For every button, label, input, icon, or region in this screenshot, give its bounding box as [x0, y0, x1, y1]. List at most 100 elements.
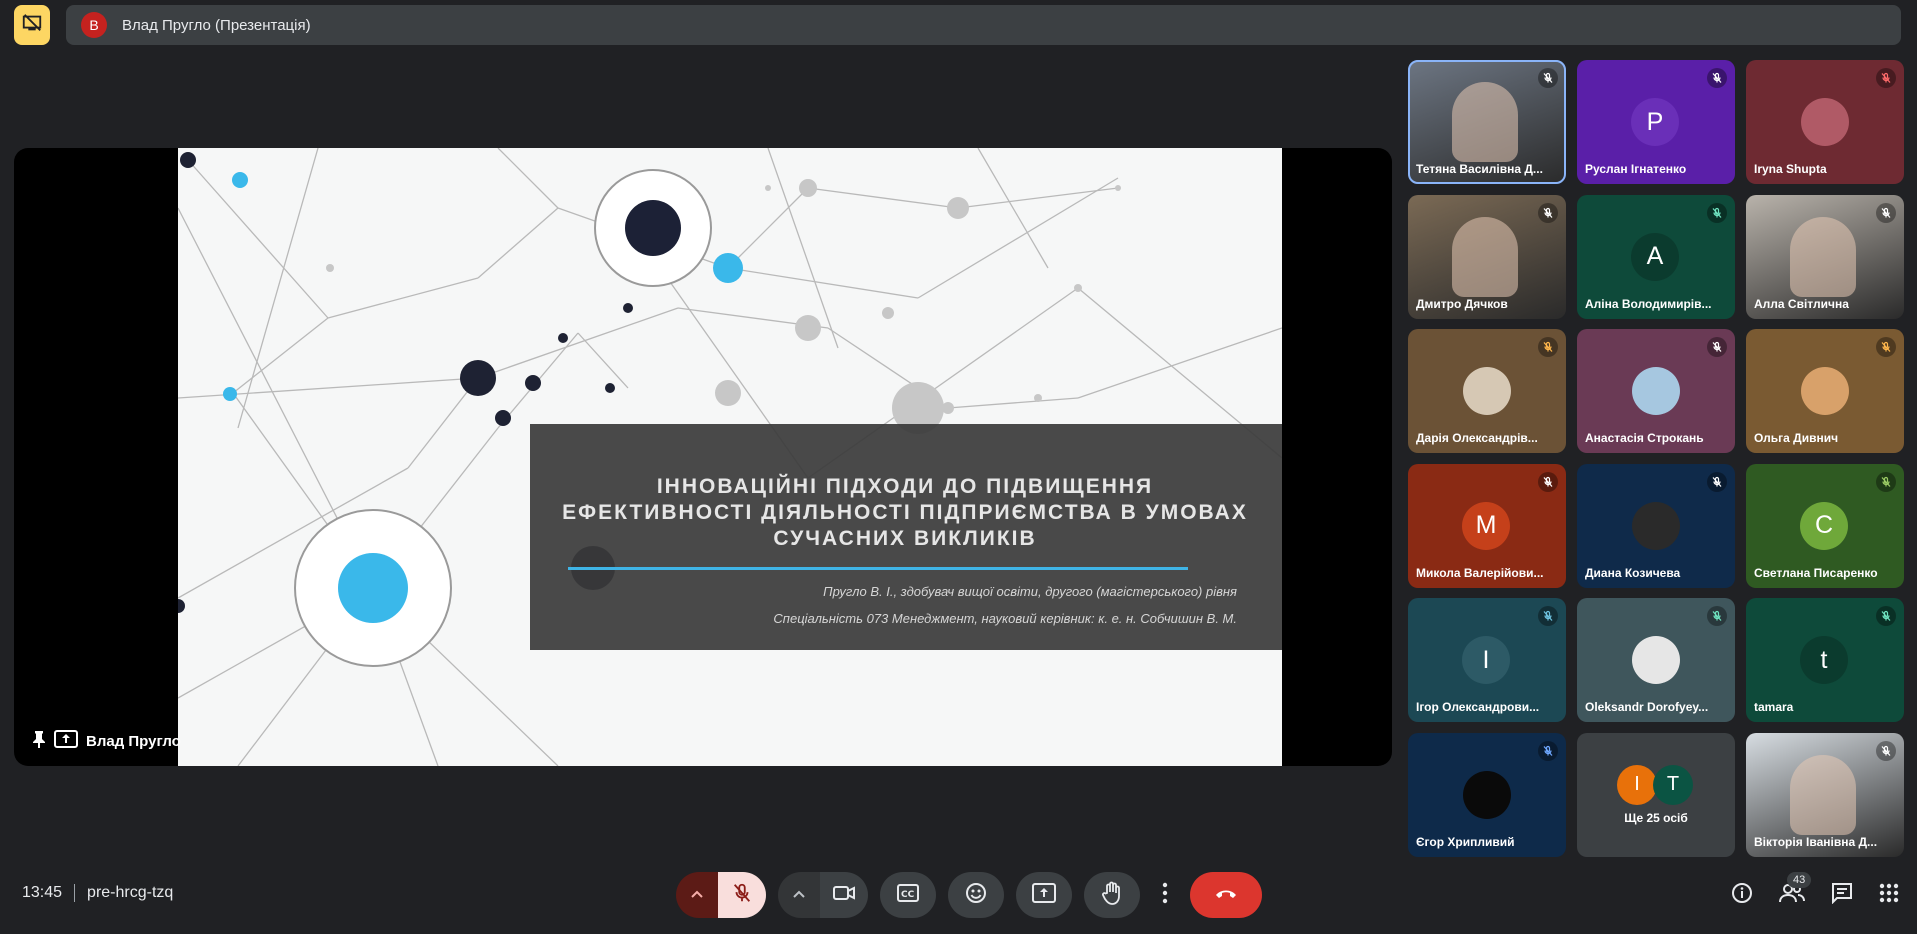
presentation-banner: В Влад Пругло (Презентація): [66, 5, 1901, 45]
participant-initial: t: [1800, 636, 1848, 684]
screen-share-icon: [54, 730, 78, 752]
mic-off-icon: [1876, 740, 1896, 761]
participant-tile[interactable]: Анастасія Строкань: [1577, 329, 1735, 453]
audio-options-button[interactable]: [676, 872, 718, 918]
mic-off-icon: [731, 882, 753, 909]
chevron-up-icon: [792, 886, 806, 904]
participant-name: Руслан Ігнатенко: [1585, 162, 1687, 176]
svg-text:CC: CC: [901, 890, 915, 900]
participant-name: Iryna Shupta: [1754, 162, 1827, 176]
chevron-up-icon: [690, 886, 704, 904]
participant-name: Вікторія Іванівна Д...: [1754, 834, 1878, 849]
participant-name: tamara: [1754, 700, 1794, 714]
participant-tile[interactable]: Алла Світлична: [1746, 194, 1904, 319]
participant-name: Ще 25 осіб: [1624, 810, 1688, 825]
participant-avatar: [1801, 98, 1849, 146]
mic-off-icon: [1707, 337, 1727, 357]
mic-off-icon: [1538, 68, 1558, 88]
more-participant-initial: T: [1653, 764, 1693, 805]
video-options-button[interactable]: [778, 872, 820, 918]
participant-name: Дарія Олександрів...: [1416, 431, 1538, 445]
video-feed: [1452, 216, 1518, 297]
participant-initial: A: [1631, 232, 1679, 281]
video-feed: [1790, 754, 1856, 835]
participant-name: Алла Світлична: [1754, 296, 1849, 311]
participant-tile[interactable]: I T Ще 25 осіб: [1577, 732, 1735, 857]
meeting-details-button[interactable]: [1731, 882, 1753, 909]
chat-button[interactable]: [1831, 882, 1853, 909]
more-participant-initial: I: [1617, 764, 1657, 805]
mic-off-icon: [1707, 68, 1727, 88]
mic-control: [676, 872, 766, 918]
presenter-name: Влад Пругло: [86, 732, 181, 750]
slide: ІННОВАЦІЙНІ ПІДХОДИ ДО ПІДВИЩЕННЯ ЕФЕКТИ…: [178, 148, 1282, 766]
participant-name: Диана Козичева: [1585, 565, 1681, 580]
mic-off-icon: [1707, 202, 1727, 223]
participant-name: Oleksandr Dorofyey...: [1585, 700, 1709, 714]
participant-avatar: [1801, 367, 1849, 415]
mic-off-icon: [1538, 606, 1558, 626]
microphone-button[interactable]: [718, 872, 766, 918]
presentation-off-button[interactable]: [14, 5, 50, 45]
camera-button[interactable]: [820, 872, 868, 918]
participant-tile[interactable]: Oleksandr Dorofyey...: [1577, 598, 1735, 722]
participant-avatar: [1632, 367, 1680, 415]
participant-tile[interactable]: Вікторія Іванівна Д...: [1746, 732, 1904, 857]
participant-initial: I: [1462, 636, 1510, 684]
participant-tile[interactable]: Ольга Дивнич: [1746, 329, 1904, 453]
leave-call-button[interactable]: [1190, 872, 1262, 918]
chat-icon: [1831, 882, 1853, 908]
people-icon: [1779, 883, 1805, 908]
divider: [74, 884, 76, 902]
participant-name: Анастасія Строкань: [1585, 431, 1704, 445]
participant-name: Светлана Писаренко: [1754, 565, 1878, 580]
slide-title: ІННОВАЦІЙНІ ПІДХОДИ ДО ПІДВИЩЕННЯ ЕФЕКТИ…: [562, 475, 1248, 550]
present-button[interactable]: [1016, 872, 1072, 918]
participant-tile[interactable]: C Светлана Писаренко: [1746, 463, 1904, 588]
participant-avatar: [1632, 636, 1680, 684]
captions-button[interactable]: CC: [880, 872, 936, 918]
participant-tile[interactable]: A Аліна Володимирів...: [1577, 194, 1735, 319]
pin-icon[interactable]: [32, 730, 46, 752]
participant-tile[interactable]: Єгор Хрипливий: [1408, 732, 1566, 857]
title-underline: [568, 567, 1188, 570]
people-count-badge: 43: [1787, 871, 1812, 888]
more-vert-icon: [1162, 882, 1168, 909]
presenter-label: Влад Пругло: [32, 730, 181, 752]
mic-off-icon: [1538, 471, 1558, 492]
participant-name: Ігор Олександрови...: [1416, 700, 1540, 714]
participant-name: Єгор Хрипливий: [1416, 834, 1515, 849]
call-controls: CC: [676, 872, 1262, 918]
mic-off-icon: [1876, 471, 1896, 492]
meeting-info: 13:45 pre-hrcg-tzq: [22, 884, 173, 902]
apps-grid-icon: [1879, 883, 1899, 907]
participant-tile[interactable]: Диана Козичева: [1577, 463, 1735, 588]
participant-name: Дмитро Дячков: [1416, 296, 1508, 311]
participant-tile[interactable]: Дмитро Дячков: [1408, 194, 1566, 319]
side-panel-buttons: 43: [1731, 871, 1899, 918]
mic-off-icon: [1876, 68, 1896, 88]
participant-tile[interactable]: P Руслан Ігнатенко: [1577, 60, 1735, 184]
video-feed: [1790, 216, 1856, 297]
reactions-button[interactable]: [948, 872, 1004, 918]
participant-tile[interactable]: M Микола Валерійови...: [1408, 463, 1566, 588]
participant-tile[interactable]: Дарія Олександрів...: [1408, 329, 1566, 453]
participant-tile[interactable]: I Ігор Олександрови...: [1408, 598, 1566, 722]
camera-control: [778, 872, 868, 918]
mic-off-icon: [1876, 606, 1896, 626]
mic-off-icon: [1876, 202, 1896, 223]
present-screen-icon: [1032, 882, 1056, 908]
presentation-stage: ІННОВАЦІЙНІ ПІДХОДИ ДО ПІДВИЩЕННЯ ЕФЕКТИ…: [14, 148, 1392, 766]
more-options-button[interactable]: [1152, 872, 1178, 918]
activities-button[interactable]: [1879, 883, 1899, 908]
raise-hand-button[interactable]: [1084, 872, 1140, 918]
participant-initial: C: [1800, 501, 1848, 550]
participant-tile[interactable]: Iryna Shupta: [1746, 60, 1904, 184]
mic-off-icon: [1538, 740, 1558, 761]
participant-name: Аліна Володимирів...: [1585, 296, 1712, 311]
people-button[interactable]: 43: [1779, 871, 1812, 909]
participant-tile[interactable]: t tamara: [1746, 598, 1904, 722]
participant-name: Тетяна Василівна Д...: [1416, 162, 1543, 176]
participant-tile[interactable]: Тетяна Василівна Д...: [1408, 60, 1566, 184]
mic-off-icon: [1538, 337, 1558, 357]
